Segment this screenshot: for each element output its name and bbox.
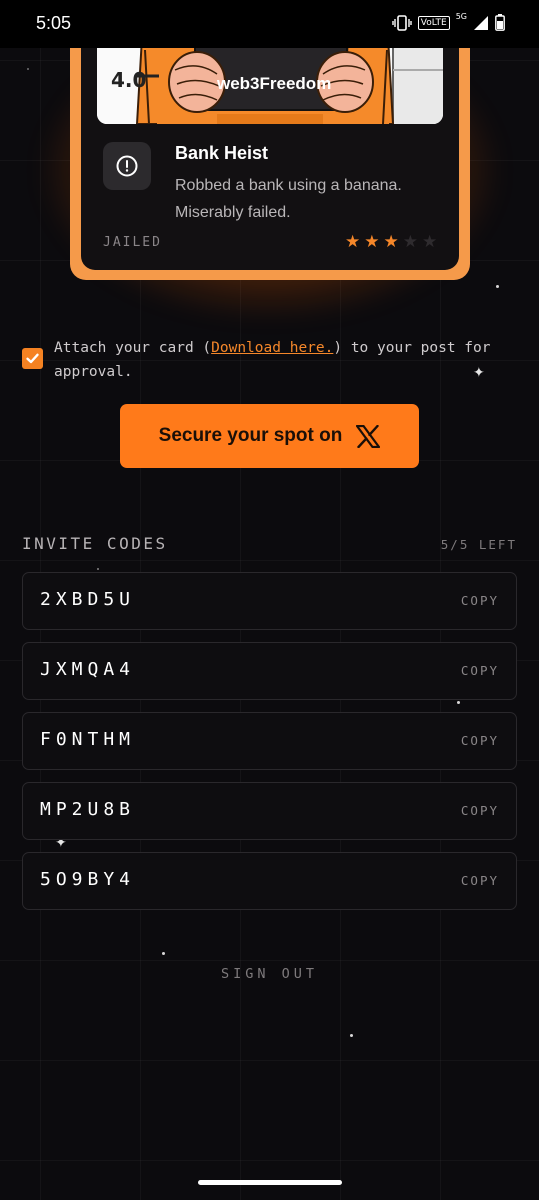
invite-code-row: 5O9BY4 COPY bbox=[22, 852, 517, 910]
status-time: 5:05 bbox=[36, 13, 72, 33]
jail-card: 4.0 web3Freedom Bank Heist Robbed a bank… bbox=[70, 20, 470, 280]
star-empty-icon: ★ bbox=[422, 232, 438, 252]
card-body: 4.0 web3Freedom Bank Heist Robbed a bank… bbox=[81, 20, 459, 270]
volte-icon: VoLTE bbox=[417, 15, 450, 30]
invite-code: MP2U8B bbox=[40, 799, 136, 820]
secure-spot-button[interactable]: Secure your spot on bbox=[120, 404, 419, 468]
star-empty-icon: ★ bbox=[402, 232, 418, 252]
star-dot bbox=[97, 568, 99, 570]
invite-code: F0NTHM bbox=[40, 729, 136, 750]
card-score: 4.0 bbox=[111, 68, 147, 92]
consent-text-before: Attach your card ( bbox=[54, 340, 212, 356]
vibrate-icon bbox=[392, 14, 412, 31]
star-dot bbox=[457, 701, 460, 704]
card-image-caption: web3Freedom bbox=[217, 74, 332, 93]
status-icons: VoLTE 5G bbox=[392, 12, 505, 31]
star-dot bbox=[27, 68, 29, 70]
check-icon bbox=[26, 353, 39, 364]
card-status: JAILED bbox=[103, 235, 162, 250]
attach-card-checkbox[interactable] bbox=[22, 348, 43, 369]
copy-button[interactable]: COPY bbox=[461, 873, 499, 888]
star-dot bbox=[350, 1034, 353, 1037]
invite-codes-heading: INVITE CODES bbox=[22, 534, 168, 553]
invite-code: 2XBD5U bbox=[40, 589, 136, 610]
invite-code: 5O9BY4 bbox=[40, 869, 136, 890]
status-bar: 5:05 VoLTE 5G bbox=[0, 0, 539, 48]
consent-text: Attach your card (Download here.) to you… bbox=[54, 336, 514, 384]
secure-spot-label: Secure your spot on bbox=[158, 425, 343, 446]
alert-badge bbox=[103, 142, 151, 190]
star-filled-icon: ★ bbox=[364, 232, 380, 252]
x-logo-icon bbox=[356, 424, 381, 448]
star-filled-icon: ★ bbox=[383, 232, 399, 252]
alert-circle-icon bbox=[116, 155, 138, 177]
network-type: 5G bbox=[455, 12, 467, 21]
card-title: Bank Heist bbox=[175, 143, 269, 163]
home-indicator[interactable] bbox=[198, 1180, 342, 1185]
star-dot bbox=[162, 952, 165, 955]
sign-out-button[interactable]: SIGN OUT bbox=[0, 966, 539, 982]
invite-code-row: JXMQA4 COPY bbox=[22, 642, 517, 700]
battery-icon bbox=[495, 14, 505, 31]
copy-button[interactable]: COPY bbox=[461, 663, 499, 678]
invite-codes-remaining: 5/5 LEFT bbox=[440, 537, 517, 552]
rating-stars: ★ ★ ★ ★ ★ bbox=[345, 232, 437, 252]
invite-code-row: 2XBD5U COPY bbox=[22, 572, 517, 630]
copy-button[interactable]: COPY bbox=[461, 593, 499, 608]
copy-button[interactable]: COPY bbox=[461, 733, 499, 748]
copy-button[interactable]: COPY bbox=[461, 803, 499, 818]
card-description: Robbed a bank using a banana. Miserably … bbox=[175, 177, 402, 221]
invite-code: JXMQA4 bbox=[40, 659, 136, 680]
star-filled-icon: ★ bbox=[345, 232, 361, 252]
signal-icon bbox=[474, 15, 488, 30]
invite-code-row: F0NTHM COPY bbox=[22, 712, 517, 770]
invite-code-row: MP2U8B COPY bbox=[22, 782, 517, 840]
download-card-link[interactable]: Download here. bbox=[211, 340, 333, 356]
